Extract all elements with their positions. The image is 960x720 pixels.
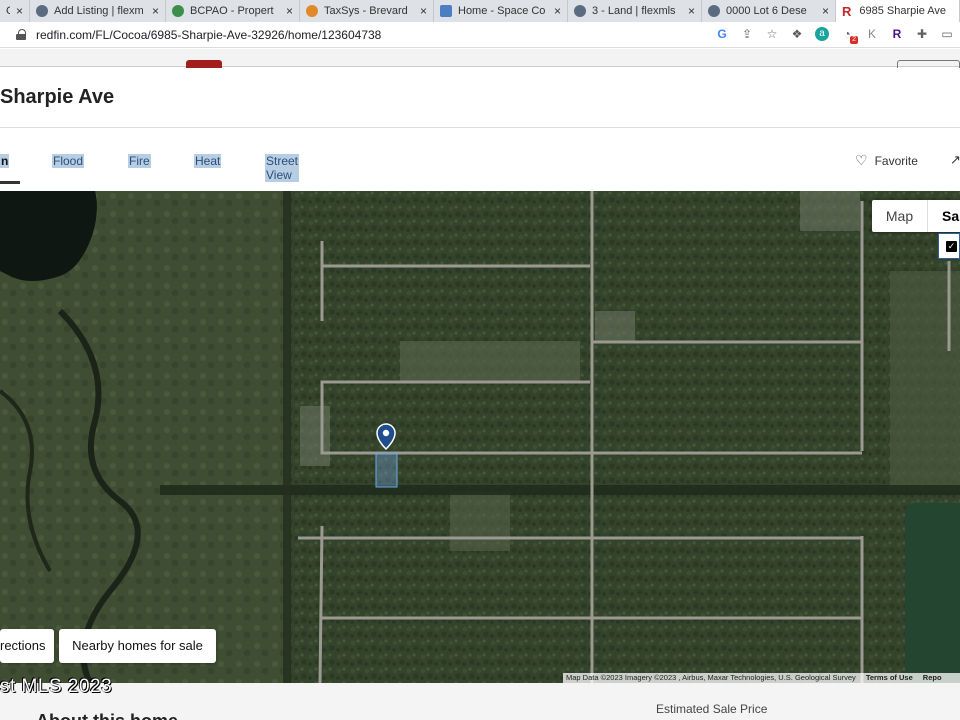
tab-land-flexmls[interactable]: 3 - Land | flexmls × — [568, 0, 702, 22]
extension-badge: 2 — [850, 36, 858, 44]
close-icon[interactable]: × — [688, 4, 695, 18]
favorite-label: Favorite — [874, 153, 918, 168]
page-top-strip — [0, 49, 960, 67]
tab-label: BCPAO - Propert — [190, 5, 274, 17]
tab-redfin-active[interactable]: R 6985 Sharpie Ave — [836, 0, 960, 22]
browser-window: Co × Add Listing | flexm × BCPAO - Prope… — [0, 0, 960, 720]
map-attribution: Map Data ©2023 Imagery ©2023 , Airbus, M… — [563, 673, 960, 683]
map-view-button[interactable]: Map — [872, 200, 928, 232]
address-bar-row: redfin.com/FL/Cocoa/6985-Sharpie-Ave-329… — [0, 22, 960, 48]
flexmls-icon — [708, 5, 720, 17]
about-heading: About this home — [36, 711, 178, 720]
dropbox-icon[interactable]: ❖ — [790, 26, 804, 42]
close-icon[interactable]: × — [152, 4, 159, 18]
tab-co[interactable]: Co × — [0, 0, 30, 22]
close-icon[interactable]: × — [16, 4, 23, 18]
tab-label: Add Listing | flexm — [54, 5, 144, 17]
share-icon[interactable]: ⇪ — [740, 26, 754, 42]
tab-label: 3 - Land | flexmls — [592, 5, 676, 17]
heart-icon: ♡ — [855, 152, 868, 168]
report-link[interactable]: Repo — [923, 673, 942, 683]
bcpao-icon — [172, 5, 184, 17]
close-icon[interactable]: × — [286, 4, 293, 18]
retention-pond — [905, 503, 960, 683]
nearby-homes-button[interactable]: Nearby homes for sale — [59, 629, 216, 663]
tab-fire[interactable]: Fire — [128, 154, 151, 168]
extension-r-icon[interactable]: R — [890, 26, 904, 42]
taxsys-icon — [306, 5, 318, 17]
tab-add-listing[interactable]: Add Listing | flexm × — [30, 0, 166, 22]
tab-label: Co — [6, 5, 10, 17]
space-coast-icon — [440, 5, 452, 17]
satellite-map[interactable] — [0, 191, 960, 683]
extension-a-icon[interactable]: a — [815, 27, 829, 41]
google-icon[interactable]: G — [715, 26, 729, 42]
clearing — [800, 191, 860, 231]
terms-link[interactable]: Terms of Use — [866, 673, 913, 683]
tab-space-coast[interactable]: Home - Space Co × — [434, 0, 568, 22]
tab-flood[interactable]: Flood — [52, 154, 85, 168]
checkbox-icon[interactable]: ✓ — [946, 241, 957, 252]
url-field[interactable]: redfin.com/FL/Cocoa/6985-Sharpie-Ave-329… — [36, 28, 381, 42]
parcel-outline — [375, 453, 398, 488]
header-divider — [0, 127, 960, 128]
attribution-text: Map Data ©2023 Imagery ©2023 , Airbus, M… — [566, 673, 856, 682]
extension-k-icon[interactable]: K — [865, 26, 879, 42]
tab-bcpao[interactable]: BCPAO - Propert × — [166, 0, 300, 22]
share-arrow-icon[interactable]: ↗ — [950, 152, 960, 168]
clearing — [300, 406, 330, 466]
tab-label: TaxSys - Brevard — [324, 5, 408, 17]
close-icon[interactable]: × — [554, 4, 561, 18]
clearing — [400, 341, 580, 381]
tab-strip: Co × Add Listing | flexm × BCPAO - Prope… — [0, 0, 960, 22]
flexmls-icon — [574, 5, 586, 17]
tab-heat[interactable]: Heat — [194, 154, 222, 168]
map-imagery — [0, 191, 960, 683]
mls-watermark: st MLS 2023 — [0, 676, 113, 697]
tab-label: Home - Space Co — [458, 5, 546, 17]
satellite-view-button[interactable]: Sa — [928, 200, 960, 232]
redfin-icon: R — [842, 3, 852, 19]
sidebar-icon[interactable]: ▭ — [940, 26, 954, 42]
dark-tree-line — [283, 191, 291, 683]
clearing — [595, 311, 635, 341]
puzzle-icon[interactable]: ✚ — [915, 26, 929, 42]
page-title: Sharpie Ave — [0, 86, 115, 108]
dark-tree-line — [160, 485, 960, 495]
labels-toggle[interactable]: ✓ — [938, 233, 960, 259]
gray-header-tab[interactable] — [897, 60, 960, 68]
tab-satellite-partial[interactable]: n — [0, 154, 10, 168]
active-tab-underline — [0, 181, 20, 184]
tab-street-view[interactable]: Street View — [265, 154, 300, 182]
tab-taxsys[interactable]: TaxSys - Brevard × — [300, 0, 434, 22]
flexmls-icon — [36, 5, 48, 17]
map-type-control: Map Sa — [872, 200, 960, 232]
clearing — [450, 491, 510, 551]
red-header-tab[interactable] — [186, 60, 222, 68]
directions-button[interactable]: rections — [0, 629, 54, 663]
star-icon[interactable]: ☆ — [765, 26, 779, 42]
favorite-button[interactable]: ♡ Favorite — [855, 152, 918, 169]
extension-badge-icon[interactable]: ◔ 2 — [840, 26, 858, 44]
close-icon[interactable]: × — [822, 4, 829, 18]
tab-lot6[interactable]: 0000 Lot 6 Dese × — [702, 0, 836, 22]
estimated-sale-price-label: Estimated Sale Price — [656, 702, 768, 716]
close-icon[interactable]: × — [420, 4, 427, 18]
toolbar-icons: G ⇪ ☆ ❖ a ◔ 2 K R ✚ ▭ — [715, 26, 954, 44]
lock-icon[interactable] — [16, 29, 26, 40]
tab-label: 6985 Sharpie Ave — [859, 5, 947, 17]
tab-label: 0000 Lot 6 Dese — [726, 5, 807, 17]
